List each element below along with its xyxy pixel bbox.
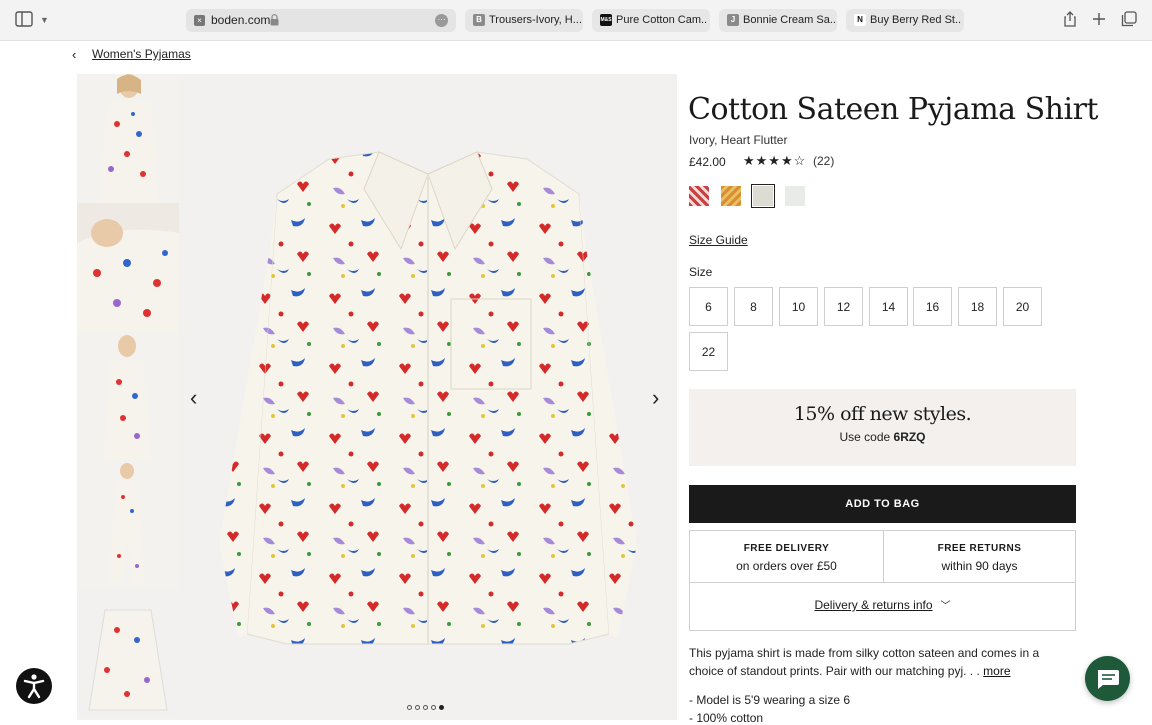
url-text: boden.com [211, 13, 271, 27]
size-option[interactable]: 20 [1003, 287, 1042, 326]
thumbnail-3[interactable] [77, 332, 179, 460]
rating-stars-icon[interactable]: ★★★★☆ [743, 153, 806, 169]
free-returns: FREE RETURNS within 90 days [883, 531, 1076, 582]
promo-headline: 15% off new styles. [793, 403, 972, 425]
benefit-sub: on orders over £50 [736, 559, 837, 573]
product-price: £42.00 [689, 155, 726, 169]
delivery-info-label[interactable]: Delivery & returns info [814, 598, 932, 612]
gallery-dot[interactable] [431, 705, 436, 710]
more-options-icon[interactable]: ··· [435, 14, 448, 27]
size-label: Size [689, 265, 713, 279]
size-option[interactable]: 12 [824, 287, 863, 326]
accessibility-icon [23, 674, 45, 699]
gallery-dot[interactable] [415, 705, 420, 710]
promo-code-line: Use code 6RZQ [689, 430, 1076, 444]
size-option[interactable]: 16 [913, 287, 952, 326]
size-option[interactable]: 6 [689, 287, 728, 326]
read-more-link[interactable]: more [983, 664, 1010, 678]
size-option[interactable]: 10 [779, 287, 818, 326]
benefit-title: FREE DELIVERY [743, 543, 830, 554]
tab-favicon-icon: J [727, 14, 739, 26]
gallery-dot[interactable] [423, 705, 428, 710]
tab-favicon-icon: M&S [600, 14, 612, 26]
new-tab-icon[interactable] [1091, 11, 1107, 27]
size-guide-link[interactable]: Size Guide [689, 233, 748, 247]
thumbnail-2[interactable] [77, 203, 179, 331]
site-favicon-icon: × [194, 15, 205, 26]
product-title: Cotton Sateen Pyjama Shirt [688, 92, 1098, 127]
browser-tab[interactable]: N Buy Berry Red St... [846, 9, 964, 32]
gallery-dot-active[interactable] [439, 705, 444, 710]
size-option[interactable]: 22 [689, 332, 728, 371]
sidebar-toggle-icon[interactable] [15, 11, 33, 27]
colour-swatch-orange[interactable] [721, 186, 741, 206]
size-option[interactable]: 8 [734, 287, 773, 326]
promo-banner: 15% off new styles. Use code 6RZQ [689, 389, 1076, 466]
chevron-down-icon[interactable]: ﹀ [941, 601, 951, 612]
browser-tab[interactable]: B Trousers-Ivory, H... [465, 9, 583, 32]
tab-label: Pure Cotton Cam... [616, 14, 708, 26]
delivery-benefits: FREE DELIVERY on orders over £50 FREE RE… [689, 530, 1076, 631]
review-count[interactable]: (22) [813, 154, 834, 168]
divider [690, 582, 1075, 583]
lock-icon [270, 14, 279, 26]
address-bar[interactable]: × boden.com ··· [186, 9, 456, 32]
gallery-pagination [407, 705, 444, 710]
chat-icon [1098, 670, 1119, 689]
accessibility-button[interactable] [16, 668, 52, 704]
thumbnail-strip [77, 74, 179, 720]
colour-swatch-red[interactable] [689, 186, 709, 206]
browser-tab[interactable]: J Bonnie Cream Sa... [719, 9, 837, 32]
product-description: This pyjama shirt is made from silky cot… [689, 645, 1059, 680]
tab-favicon-icon: N [854, 14, 866, 26]
chat-button[interactable] [1085, 656, 1130, 701]
browser-toolbar: ▼ × boden.com ··· B Trousers-Ivory, H...… [0, 0, 1152, 41]
chevron-down-icon[interactable]: ▼ [40, 15, 49, 25]
gallery-prev-arrow-icon[interactable]: ‹ [190, 385, 197, 411]
browser-tab[interactable]: M&S Pure Cotton Cam... [592, 9, 710, 32]
product-colour: Ivory, Heart Flutter [689, 133, 788, 147]
breadcrumb[interactable]: ‹ Women's Pyjamas [72, 46, 191, 62]
promo-code: 6RZQ [893, 430, 926, 444]
delivery-returns-info-toggle[interactable]: Delivery & returns info ﹀ [690, 597, 1075, 612]
colour-swatch-ivory-selected[interactable] [751, 184, 775, 208]
promo-code-prefix: Use code [839, 430, 891, 444]
tab-overview-icon[interactable] [1121, 11, 1137, 27]
gallery-next-arrow-icon[interactable]: › [652, 385, 659, 411]
thumbnail-4[interactable] [77, 461, 179, 589]
add-to-bag-button[interactable]: ADD TO BAG [689, 485, 1076, 523]
share-icon[interactable] [1062, 11, 1078, 27]
thumbnail-5[interactable] [77, 590, 179, 718]
thumbnail-1[interactable] [77, 74, 179, 202]
colour-swatch-plain[interactable] [785, 186, 805, 206]
tab-favicon-icon: B [473, 14, 485, 26]
size-option[interactable]: 18 [958, 287, 997, 326]
product-main-image[interactable] [179, 74, 677, 720]
tab-label: Bonnie Cream Sa... [743, 14, 835, 26]
tab-label: Trousers-Ivory, H... [489, 14, 581, 26]
gallery-dot[interactable] [407, 705, 412, 710]
free-delivery: FREE DELIVERY on orders over £50 [690, 531, 883, 582]
benefit-title: FREE RETURNS [937, 543, 1022, 554]
chevron-left-icon: ‹ [72, 46, 77, 62]
product-detail-item: - 100% cotton [689, 711, 764, 725]
product-detail-item: - Model is 5'9 wearing a size 6 [689, 693, 851, 707]
benefit-sub: within 90 days [941, 559, 1018, 573]
breadcrumb-link[interactable]: Women's Pyjamas [92, 47, 191, 61]
tab-label: Buy Berry Red St... [870, 14, 962, 26]
size-option[interactable]: 14 [869, 287, 908, 326]
